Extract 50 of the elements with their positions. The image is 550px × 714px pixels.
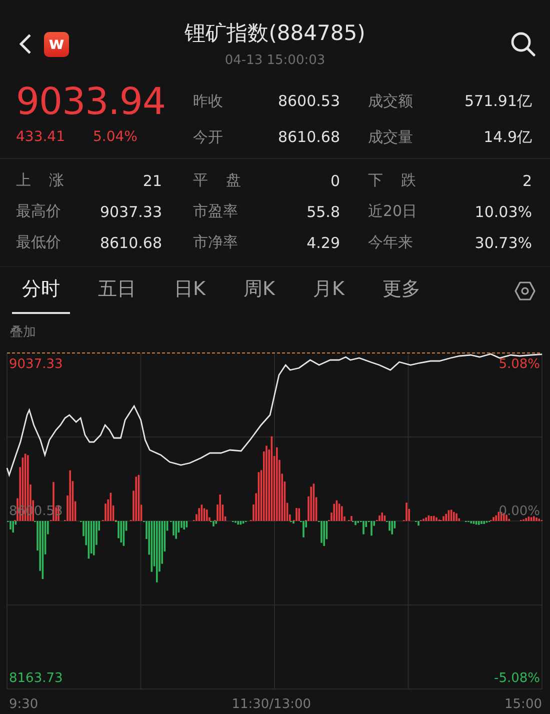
settings-icon[interactable] — [514, 280, 536, 302]
stat-label: 市盈率 — [193, 202, 238, 221]
timestamp: 04-13 15:00:03 — [224, 52, 326, 68]
index-title: 锂矿指数(884785) — [184, 20, 366, 46]
search-icon[interactable] — [510, 31, 536, 57]
stat-label: 市净率 — [193, 233, 238, 252]
stat-value: 8610.68 — [100, 234, 162, 252]
current-price: 9033.94 — [16, 82, 167, 120]
stat-label: 昨收 — [193, 92, 223, 110]
stat-value: 10.03% — [474, 202, 532, 220]
stat-label: 今开 — [193, 128, 223, 146]
price-axis-label: 9037.33 — [9, 357, 63, 372]
stat-value: 30.73% — [474, 234, 532, 252]
stat-value: 21 — [142, 172, 162, 190]
chart-tab[interactable]: 日K — [164, 268, 216, 314]
stat-value: 4.29 — [306, 234, 340, 252]
stat-label: 最低价 — [16, 233, 61, 252]
stat-value: 8600.53 — [278, 92, 340, 110]
stat-value: 9037.33 — [100, 202, 162, 220]
percent-axis-label: 5.08% — [498, 357, 540, 372]
time-axis-label: 11:30/13:00 — [232, 697, 312, 712]
chart-tab[interactable]: 月K — [302, 268, 354, 314]
chart-tab[interactable]: 周K — [233, 268, 285, 314]
overlay-button[interactable]: 叠加 — [10, 325, 36, 340]
app-logo[interactable]: w — [44, 32, 69, 56]
stat-label: 下 跌 — [368, 171, 416, 190]
back-icon[interactable] — [18, 33, 32, 55]
price-change: 433.41 — [16, 129, 65, 145]
chart-tab[interactable]: 五日 — [88, 268, 146, 314]
stat-label: 成交额 — [368, 92, 413, 110]
stat-value: 55.8 — [306, 202, 340, 220]
time-axis-label: 9:30 — [9, 697, 38, 712]
stat-label: 近20日 — [368, 202, 418, 221]
stat-label: 最高价 — [16, 202, 61, 221]
percent-axis-label: 0.00% — [498, 504, 540, 519]
chart-tab[interactable]: 分时 — [12, 268, 70, 314]
stat-label: 平 盘 — [193, 171, 241, 190]
price-axis-label: 8163.73 — [9, 671, 63, 686]
stat-label: 成交量 — [368, 128, 413, 146]
percent-change: 5.04% — [93, 129, 138, 145]
chart-tab[interactable]: 更多 — [372, 268, 430, 314]
stat-label: 今年来 — [368, 233, 413, 252]
stat-value: 14.9亿 — [484, 128, 532, 146]
stat-value: 0 — [330, 172, 340, 190]
stat-value: 8610.68 — [278, 128, 340, 146]
stat-label: 上 涨 — [16, 171, 64, 190]
stat-value: 571.91亿 — [464, 92, 532, 110]
percent-axis-label: -5.08% — [494, 671, 540, 686]
stat-value: 2 — [522, 172, 532, 190]
time-axis-label: 15:00 — [504, 697, 542, 712]
